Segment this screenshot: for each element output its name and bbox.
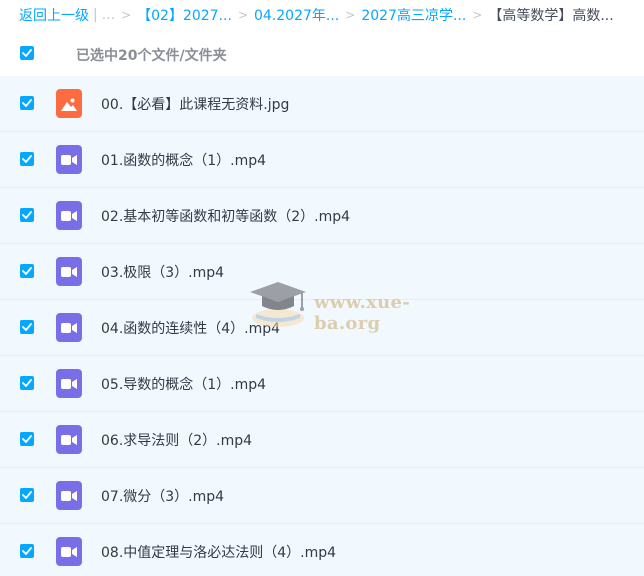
check-icon [22,547,32,555]
file-name[interactable]: 02.基本初等函数和初等函数（2）.mp4 [101,206,350,226]
breadcrumb-separator: > [237,8,248,22]
video-file-icon [56,425,82,454]
file-name[interactable]: 03.极限（3）.mp4 [101,262,224,282]
breadcrumb-pipe: | [93,7,98,23]
check-icon [22,323,32,331]
video-file-icon [56,257,82,286]
file-row[interactable]: 07.微分（3）.mp4 [0,468,644,524]
file-row[interactable]: 04.函数的连续性（4）.mp4 [0,300,644,356]
file-checkbox[interactable] [20,432,34,446]
check-icon [22,491,32,499]
back-link[interactable]: 返回上一级 [19,5,89,25]
file-checkbox[interactable] [20,96,34,110]
file-name[interactable]: 04.函数的连续性（4）.mp4 [101,318,280,338]
file-name[interactable]: 07.微分（3）.mp4 [101,486,224,506]
video-file-icon [56,201,82,230]
file-row[interactable]: 03.极限（3）.mp4 [0,244,644,300]
file-name[interactable]: 00.【必看】此课程无资料.jpg [101,94,289,114]
video-file-icon [56,537,82,566]
file-name[interactable]: 05.导数的概念（1）.mp4 [101,374,266,394]
breadcrumb-item[interactable]: 2027高三凉学... [361,5,466,25]
file-row[interactable]: 08.中值定理与洛必达法则（4）.mp4 [0,524,644,576]
breadcrumb-item[interactable]: 【02】2027... [137,5,232,25]
video-file-icon [56,145,82,174]
check-icon [22,99,32,107]
select-all-checkbox[interactable] [20,46,34,60]
breadcrumb-separator: > [472,8,483,22]
breadcrumb: 返回上一级 | ... > 【02】2027... > 04.2027年... … [0,0,644,30]
video-file-icon [56,369,82,398]
file-name[interactable]: 01.函数的概念（1）.mp4 [101,150,266,170]
image-file-icon [56,89,82,118]
file-checkbox[interactable] [20,544,34,558]
check-icon [22,267,32,275]
file-row[interactable]: 05.导数的概念（1）.mp4 [0,356,644,412]
file-name[interactable]: 08.中值定理与洛必达法则（4）.mp4 [101,542,336,562]
breadcrumb-ellipsis[interactable]: ... [102,7,115,23]
file-checkbox[interactable] [20,264,34,278]
video-file-icon [56,481,82,510]
selection-summary: 已选中20个文件/文件夹 [76,48,227,64]
breadcrumb-separator: > [121,8,132,22]
check-icon [22,155,32,163]
file-checkbox[interactable] [20,376,34,390]
breadcrumb-current: 【高等数学】高数... [488,8,614,24]
file-row[interactable]: 00.【必看】此课程无资料.jpg [0,76,644,132]
file-row[interactable]: 06.求导法则（2）.mp4 [0,412,644,468]
file-name[interactable]: 06.求导法则（2）.mp4 [101,430,252,450]
check-icon [22,211,32,219]
breadcrumb-separator: > [345,8,356,22]
file-row[interactable]: 02.基本初等函数和初等函数（2）.mp4 [0,188,644,244]
file-browser: 返回上一级 | ... > 【02】2027... > 04.2027年... … [0,0,644,576]
file-checkbox[interactable] [20,152,34,166]
file-checkbox[interactable] [20,208,34,222]
selection-bar: 已选中20个文件/文件夹 [0,30,644,78]
file-list: 00.【必看】此课程无资料.jpg 01.函数的概念（1）.mp4 02.基本初等函… [0,76,644,576]
video-file-icon [56,313,82,342]
check-icon [22,49,32,57]
file-row[interactable]: 01.函数的概念（1）.mp4 [0,132,644,188]
file-checkbox[interactable] [20,488,34,502]
file-checkbox[interactable] [20,320,34,334]
check-icon [22,379,32,387]
check-icon [22,435,32,443]
breadcrumb-item[interactable]: 04.2027年... [254,5,339,25]
